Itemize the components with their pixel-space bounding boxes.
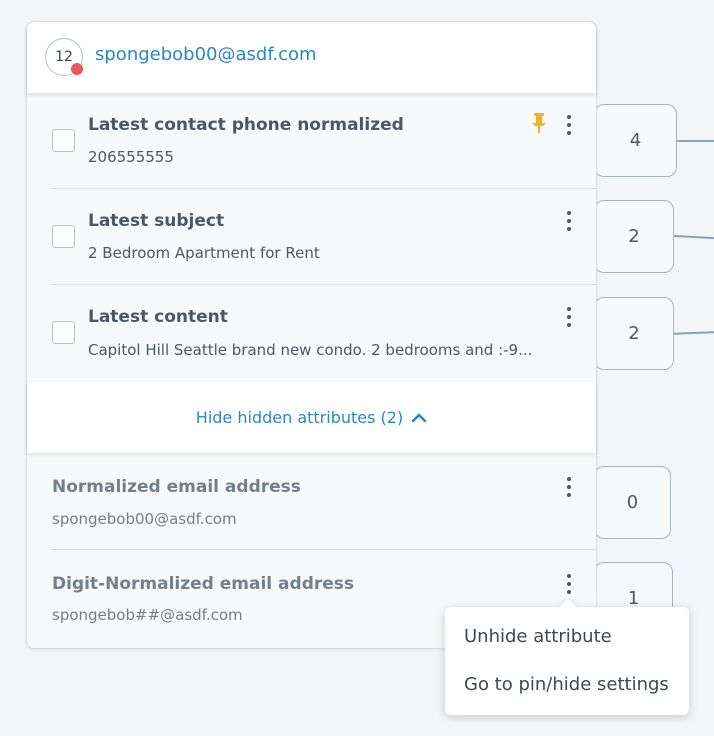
entity-card: 12 spongebob00@asdf.com Latest contact p… — [26, 21, 597, 649]
attribute-count-box[interactable]: 2 — [594, 297, 674, 370]
attribute-row: Latest contact phone normalized 20655555… — [27, 93, 596, 189]
pin-icon[interactable] — [530, 112, 548, 134]
kebab-menu-icon[interactable] — [563, 477, 575, 497]
attribute-value: spongebob00@asdf.com — [52, 510, 237, 528]
hide-hidden-attributes-label: Hide hidden attributes (2) — [195, 408, 404, 427]
hide-hidden-attributes-button[interactable]: Hide hidden attributes (2) — [27, 382, 596, 453]
kebab-menu-icon[interactable] — [563, 115, 575, 135]
attribute-count-box[interactable]: 4 — [594, 104, 677, 177]
header-email-link[interactable]: spongebob00@asdf.com — [95, 44, 317, 65]
attribute-title: Latest content — [88, 307, 228, 327]
attribute-count: 2 — [628, 226, 640, 247]
hidden-attribute-row: Normalized email address spongebob00@asd… — [27, 453, 596, 550]
attribute-value: 206555555 — [88, 148, 174, 166]
attribute-count: 4 — [629, 130, 642, 151]
attribute-row: Latest subject 2 Bedroom Apartment for R… — [27, 189, 596, 285]
connector-line — [676, 140, 714, 142]
status-dot-icon — [70, 62, 84, 76]
attribute-value: 2 Bedroom Apartment for Rent — [88, 244, 320, 262]
menu-item-pin-hide-settings[interactable]: Go to pin/hide settings — [464, 674, 669, 695]
attribute-checkbox[interactable] — [52, 321, 75, 344]
attribute-count: 2 — [628, 323, 640, 344]
chevron-up-icon — [411, 413, 427, 422]
attribute-row: Latest content Capitol Hill Seattle bran… — [27, 285, 596, 382]
attribute-title: Latest subject — [88, 211, 225, 231]
attribute-checkbox[interactable] — [52, 225, 75, 248]
attribute-count: 1 — [627, 588, 640, 609]
menu-item-unhide-attribute[interactable]: Unhide attribute — [464, 626, 612, 647]
attribute-count-box[interactable]: 0 — [594, 466, 671, 539]
attribute-count: 0 — [626, 492, 639, 513]
attribute-title: Normalized email address — [52, 477, 301, 497]
count-badge: 12 — [45, 38, 84, 76]
kebab-menu-icon[interactable] — [563, 574, 575, 594]
card-header: 12 spongebob00@asdf.com — [27, 22, 596, 93]
badge-count: 12 — [55, 49, 73, 65]
attribute-title: Digit-Normalized email address — [52, 574, 355, 594]
attribute-title: Latest contact phone normalized — [88, 115, 404, 135]
connector-line — [672, 234, 714, 240]
attribute-context-menu: Unhide attribute Go to pin/hide settings — [445, 598, 689, 715]
attribute-count-box[interactable]: 2 — [594, 200, 674, 273]
attribute-checkbox[interactable] — [52, 129, 75, 152]
kebab-menu-icon[interactable] — [563, 307, 575, 327]
connector-line — [672, 331, 714, 335]
attribute-value: Capitol Hill Seattle brand new condo. 2 … — [88, 341, 533, 359]
kebab-menu-icon[interactable] — [563, 211, 575, 231]
